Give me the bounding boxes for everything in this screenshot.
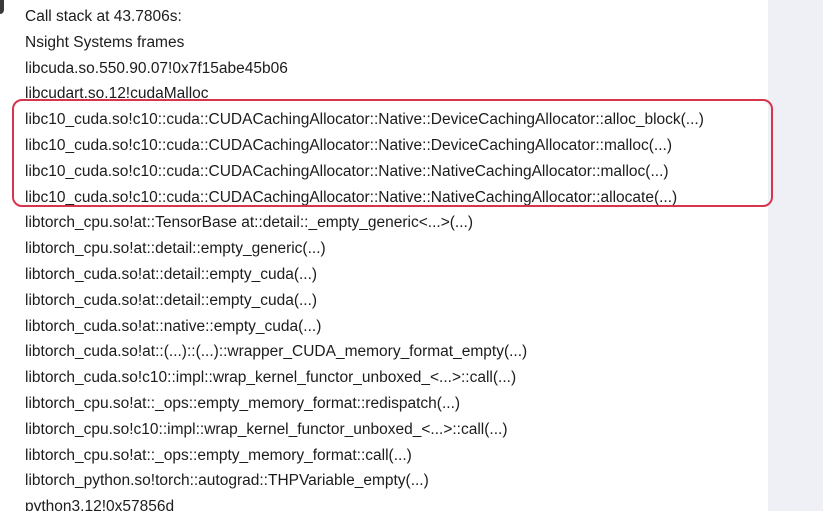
- call-stack-panel: Call stack at 43.7806s: Nsight Systems f…: [0, 0, 768, 511]
- stack-frame[interactable]: libcudart.so.12!cudaMalloc: [25, 81, 704, 107]
- stack-frame[interactable]: libcuda.so.550.90.07!0x7f15abe45b06: [25, 56, 704, 82]
- call-stack-subtitle: Nsight Systems frames: [25, 33, 185, 51]
- stack-frame[interactable]: libtorch_cuda.so!c10::impl::wrap_kernel_…: [25, 365, 704, 391]
- stack-frame[interactable]: libtorch_cpu.so!at::_ops::empty_memory_f…: [25, 391, 704, 417]
- stack-frame[interactable]: libc10_cuda.so!c10::cuda::CUDACachingAll…: [25, 133, 704, 159]
- stack-frame[interactable]: libtorch_cuda.so!at::detail::empty_cuda(…: [25, 288, 704, 314]
- stack-frame[interactable]: libtorch_cpu.so!at::TensorBase at::detai…: [25, 210, 704, 236]
- stack-frame[interactable]: libtorch_python.so!torch::autograd::THPV…: [25, 468, 704, 494]
- stack-frame[interactable]: libc10_cuda.so!c10::cuda::CUDACachingAll…: [25, 107, 704, 133]
- stack-frame[interactable]: libc10_cuda.so!c10::cuda::CUDACachingAll…: [25, 185, 704, 211]
- call-stack-title: Call stack at 43.7806s:: [25, 8, 182, 25]
- call-stack-list: Call stack at 43.7806s: Nsight Systems f…: [25, 4, 704, 511]
- stack-frame[interactable]: libc10_cuda.so!c10::cuda::CUDACachingAll…: [25, 159, 704, 185]
- stack-frame[interactable]: python3.12!0x57856d: [25, 494, 704, 511]
- stack-frame[interactable]: libtorch_cuda.so!at::detail::empty_cuda(…: [25, 262, 704, 288]
- stack-frame[interactable]: libtorch_cuda.so!at::(...)::(...)::wrapp…: [25, 339, 704, 365]
- corner-mark: [0, 0, 4, 14]
- stack-frame[interactable]: libtorch_cpu.so!at::_ops::empty_memory_f…: [25, 443, 704, 469]
- stack-frame[interactable]: libtorch_cuda.so!at::native::empty_cuda(…: [25, 314, 704, 340]
- stack-frame[interactable]: libtorch_cpu.so!at::detail::empty_generi…: [25, 236, 704, 262]
- stack-frame[interactable]: libtorch_cpu.so!c10::impl::wrap_kernel_f…: [25, 417, 704, 443]
